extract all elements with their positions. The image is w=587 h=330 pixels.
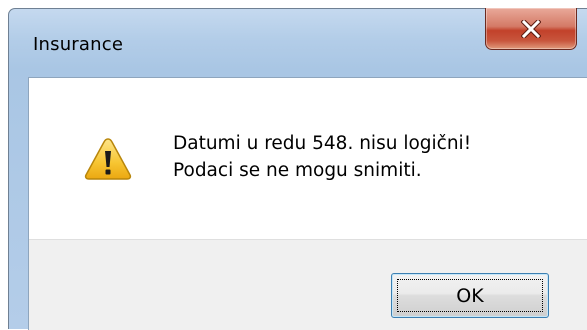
warning-icon (84, 138, 132, 180)
close-x-icon (521, 19, 541, 38)
message-line-1: Datumi u redu 548. nisu logični! (173, 133, 472, 154)
dialog-content: Datumi u redu 548. nisu logični! Podaci … (28, 77, 587, 330)
close-button[interactable] (485, 8, 577, 50)
message-text: Datumi u redu 548. nisu logični! Podaci … (173, 130, 471, 184)
message-area: Datumi u redu 548. nisu logični! Podaci … (29, 78, 587, 239)
title-bar[interactable]: Insurance (9, 8, 587, 77)
button-area: OK (29, 239, 587, 330)
ok-button[interactable]: OK (391, 273, 549, 318)
window-title: Insurance (33, 34, 124, 55)
ok-button-label: OK (397, 279, 543, 312)
message-line-2: Podaci se ne mogu snimiti. (173, 160, 422, 181)
dialog-window: Insurance Datumi u redu 548. nisu logičn… (8, 8, 587, 330)
